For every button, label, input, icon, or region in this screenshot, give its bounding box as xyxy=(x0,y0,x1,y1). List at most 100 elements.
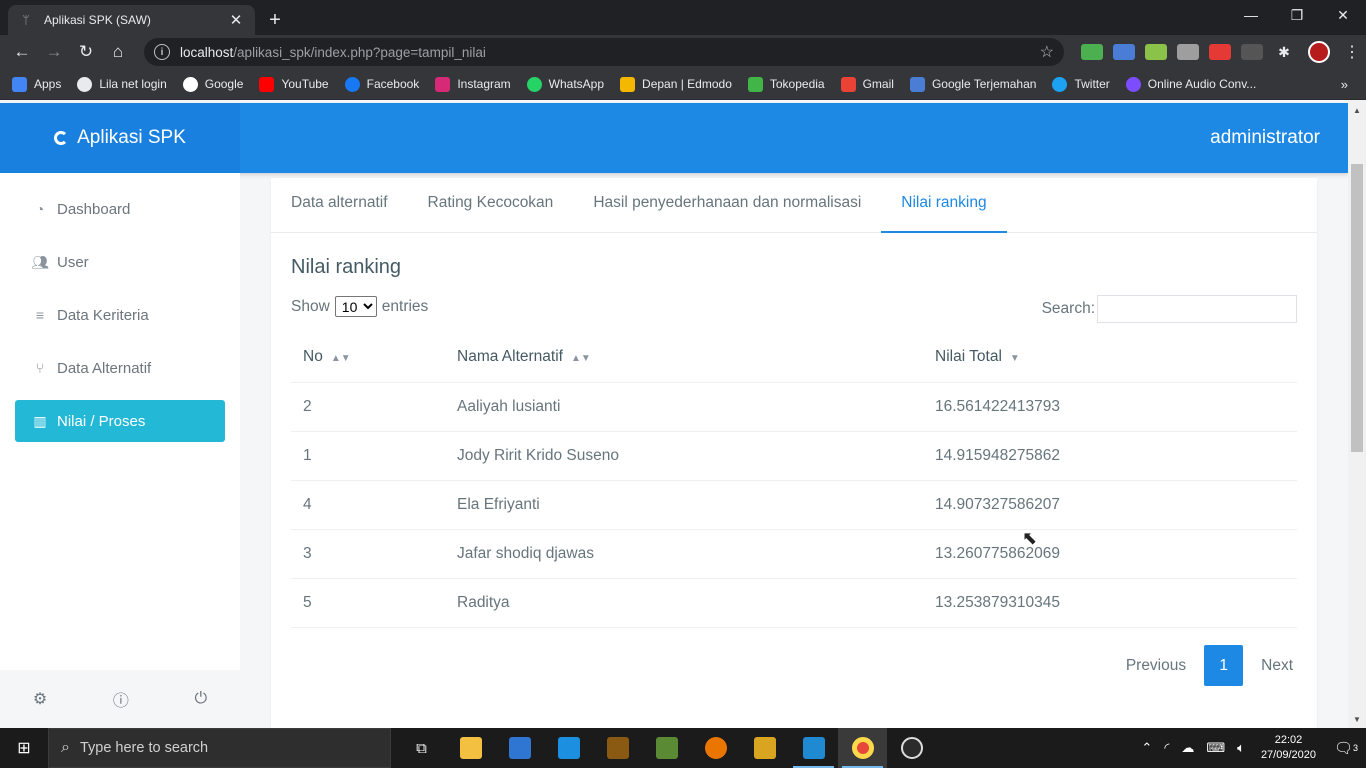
reload-icon[interactable]: ↻ xyxy=(70,36,102,68)
app-icon[interactable] xyxy=(593,728,642,768)
bookmark-star-icon[interactable]: ☆ xyxy=(1040,42,1054,62)
sidebar-footer: ⚙ ⓘ ⏻ xyxy=(0,670,240,728)
chevron-up-icon[interactable]: ⌃ xyxy=(1141,740,1152,756)
cell-nilai: 13.253879310345 xyxy=(923,578,1297,628)
bookmark-item[interactable]: Depan | Edmodo xyxy=(620,76,732,92)
tab-normalisasi[interactable]: Hasil penyederhanaan dan normalisasi xyxy=(573,178,881,233)
task-view-icon[interactable]: ⧉ xyxy=(397,728,446,768)
app-viewport: Aplikasi SPK administrator ◔ Dashboard 👥︎… xyxy=(0,100,1348,728)
next-button[interactable]: Next xyxy=(1261,657,1293,675)
extension-icon[interactable] xyxy=(1177,44,1199,60)
store-icon[interactable] xyxy=(495,728,544,768)
extension-icon[interactable] xyxy=(1145,44,1167,60)
bookmark-item[interactable]: Tokopedia xyxy=(747,76,825,92)
entries-select[interactable]: 10 xyxy=(334,296,377,317)
restore-icon[interactable]: ❐ xyxy=(1274,0,1320,30)
table-row: 2 Aaliyah lusianti 16.561422413793 xyxy=(291,382,1297,432)
bookmark-apps[interactable]: Apps xyxy=(12,76,61,92)
close-tab-icon[interactable]: ✕ xyxy=(227,11,245,29)
tab-nilai-ranking[interactable]: Nilai ranking xyxy=(881,178,1007,233)
cell-nama: Jafar shodiq djawas xyxy=(445,529,923,579)
clock-date: 27/09/2020 xyxy=(1260,749,1316,761)
file-explorer-icon[interactable] xyxy=(446,728,495,768)
puzzle-icon[interactable]: ✱ xyxy=(1273,44,1295,60)
adblock-icon[interactable] xyxy=(1209,44,1231,60)
menu-kebab-icon[interactable]: ⋮ xyxy=(1344,42,1360,62)
sidebar-item-user[interactable]: 👥︎ User xyxy=(15,241,225,283)
blender-icon[interactable] xyxy=(691,728,740,768)
bookmark-item[interactable]: Lila net login xyxy=(77,76,167,92)
bookmark-item[interactable]: Twitter xyxy=(1052,76,1110,92)
forward-icon[interactable]: → xyxy=(38,36,70,68)
minecraft-icon[interactable] xyxy=(642,728,691,768)
previous-button[interactable]: Previous xyxy=(1126,657,1186,675)
bookmark-item[interactable]: Instagram xyxy=(435,76,511,92)
browser-tabstrip: ᛘ Aplikasi SPK (SAW) ✕ + — ❐ ✕ xyxy=(0,0,1366,35)
keyboard-icon[interactable]: ⌨ xyxy=(1206,740,1225,756)
settings-icon[interactable]: ⚙ xyxy=(33,689,47,709)
page-title: Nilai ranking xyxy=(291,256,402,278)
notification-icon[interactable]: 🗨︎ 3 xyxy=(1326,728,1366,768)
cell-no: 3 xyxy=(291,529,445,579)
vscode-icon[interactable] xyxy=(789,728,838,768)
col-header-nama[interactable]: Nama Alternatif ▲▼ xyxy=(445,332,923,383)
bookmark-item[interactable]: Facebook xyxy=(344,76,419,92)
mail-icon[interactable] xyxy=(544,728,593,768)
bookmark-item[interactable]: Online Audio Conv... xyxy=(1125,76,1256,92)
app-icon[interactable] xyxy=(740,728,789,768)
browser-tab[interactable]: ᛘ Aplikasi SPK (SAW) ✕ xyxy=(8,5,255,35)
notification-count: 3 xyxy=(1353,743,1359,753)
cloud-icon[interactable]: ☁ xyxy=(1181,740,1194,756)
tab-bar: Data alternatif Rating Kecocokan Hasil p… xyxy=(271,178,1317,233)
sidebar-item-nilai-proses[interactable]: ▥ Nilai / Proses xyxy=(15,400,225,442)
browser-toolbar: ← → ↻ ⌂ i localhost/aplikasi_spk/index.p… xyxy=(0,35,1366,69)
windows-start-icon[interactable]: ⊞ xyxy=(0,728,48,768)
clock[interactable]: 22:02 27/09/2020 xyxy=(1261,733,1316,763)
sidebar-item-dashboard[interactable]: ◔ Dashboard xyxy=(15,188,225,230)
bookmark-item[interactable]: Google xyxy=(182,76,243,92)
profile-avatar[interactable] xyxy=(1308,41,1330,63)
sidebar-item-data-keriteria[interactable]: ≡ Data Keriteria xyxy=(15,294,225,336)
col-header-nilai[interactable]: Nilai Total ▼ xyxy=(923,332,1297,383)
tab-data-alternatif[interactable]: Data alternatif xyxy=(291,178,408,233)
address-bar[interactable]: i localhost/aplikasi_spk/index.php?page=… xyxy=(144,38,1064,66)
chrome-icon[interactable] xyxy=(838,728,887,768)
entries-control: Show 10 entries xyxy=(291,296,428,317)
bar-chart-icon: ▥ xyxy=(33,412,47,429)
user-name[interactable]: administrator xyxy=(1210,127,1320,149)
translate-extension-icon[interactable] xyxy=(1113,44,1135,60)
entries-label: entries xyxy=(381,297,429,315)
back-icon[interactable]: ← xyxy=(6,36,38,68)
brand[interactable]: Aplikasi SPK xyxy=(0,103,240,173)
close-window-icon[interactable]: ✕ xyxy=(1320,0,1366,30)
page-1-button[interactable]: 1 xyxy=(1204,645,1244,686)
scroll-up-icon[interactable]: ▲ xyxy=(1353,106,1361,115)
home-icon[interactable]: ⌂ xyxy=(102,36,134,68)
minimize-icon[interactable]: — xyxy=(1228,0,1274,30)
cell-no: 4 xyxy=(291,480,445,530)
site-info-icon[interactable]: i xyxy=(154,44,170,60)
sidebar-item-data-alternatif[interactable]: ⑂ Data Alternatif xyxy=(15,347,225,389)
new-tab-button[interactable]: + xyxy=(263,5,287,35)
col-header-no[interactable]: No ▲▼ xyxy=(291,332,445,383)
power-icon[interactable]: ⏻ xyxy=(195,690,208,708)
search-icon: ⌕ xyxy=(61,739,70,756)
sort-icon: ▲▼ xyxy=(570,352,591,364)
search-input[interactable] xyxy=(1097,295,1297,323)
bookmark-item[interactable]: YouTube xyxy=(259,76,329,92)
obs-icon[interactable] xyxy=(887,728,936,768)
bookmark-item[interactable]: WhatsApp xyxy=(526,76,604,92)
extension-icon[interactable] xyxy=(1241,44,1263,60)
volume-icon[interactable]: 🔈︎ xyxy=(1237,740,1245,756)
page-scrollbar[interactable]: ▲ ▼ xyxy=(1348,100,1366,728)
bookmark-item[interactable]: Google Terjemahan xyxy=(909,76,1036,92)
scroll-down-icon[interactable]: ▼ xyxy=(1353,715,1361,724)
info-icon[interactable]: ⓘ xyxy=(113,687,129,711)
bookmark-item[interactable]: Gmail xyxy=(840,76,894,92)
wifi-icon[interactable]: ◜ xyxy=(1164,740,1169,756)
scroll-thumb[interactable] xyxy=(1351,164,1363,452)
extension-icon[interactable] xyxy=(1081,44,1103,60)
taskbar-search[interactable]: ⌕ Type here to search xyxy=(48,728,391,768)
tab-rating-kecocokan[interactable]: Rating Kecocokan xyxy=(408,178,574,233)
bookmarks-overflow-icon[interactable]: » xyxy=(1341,77,1348,92)
